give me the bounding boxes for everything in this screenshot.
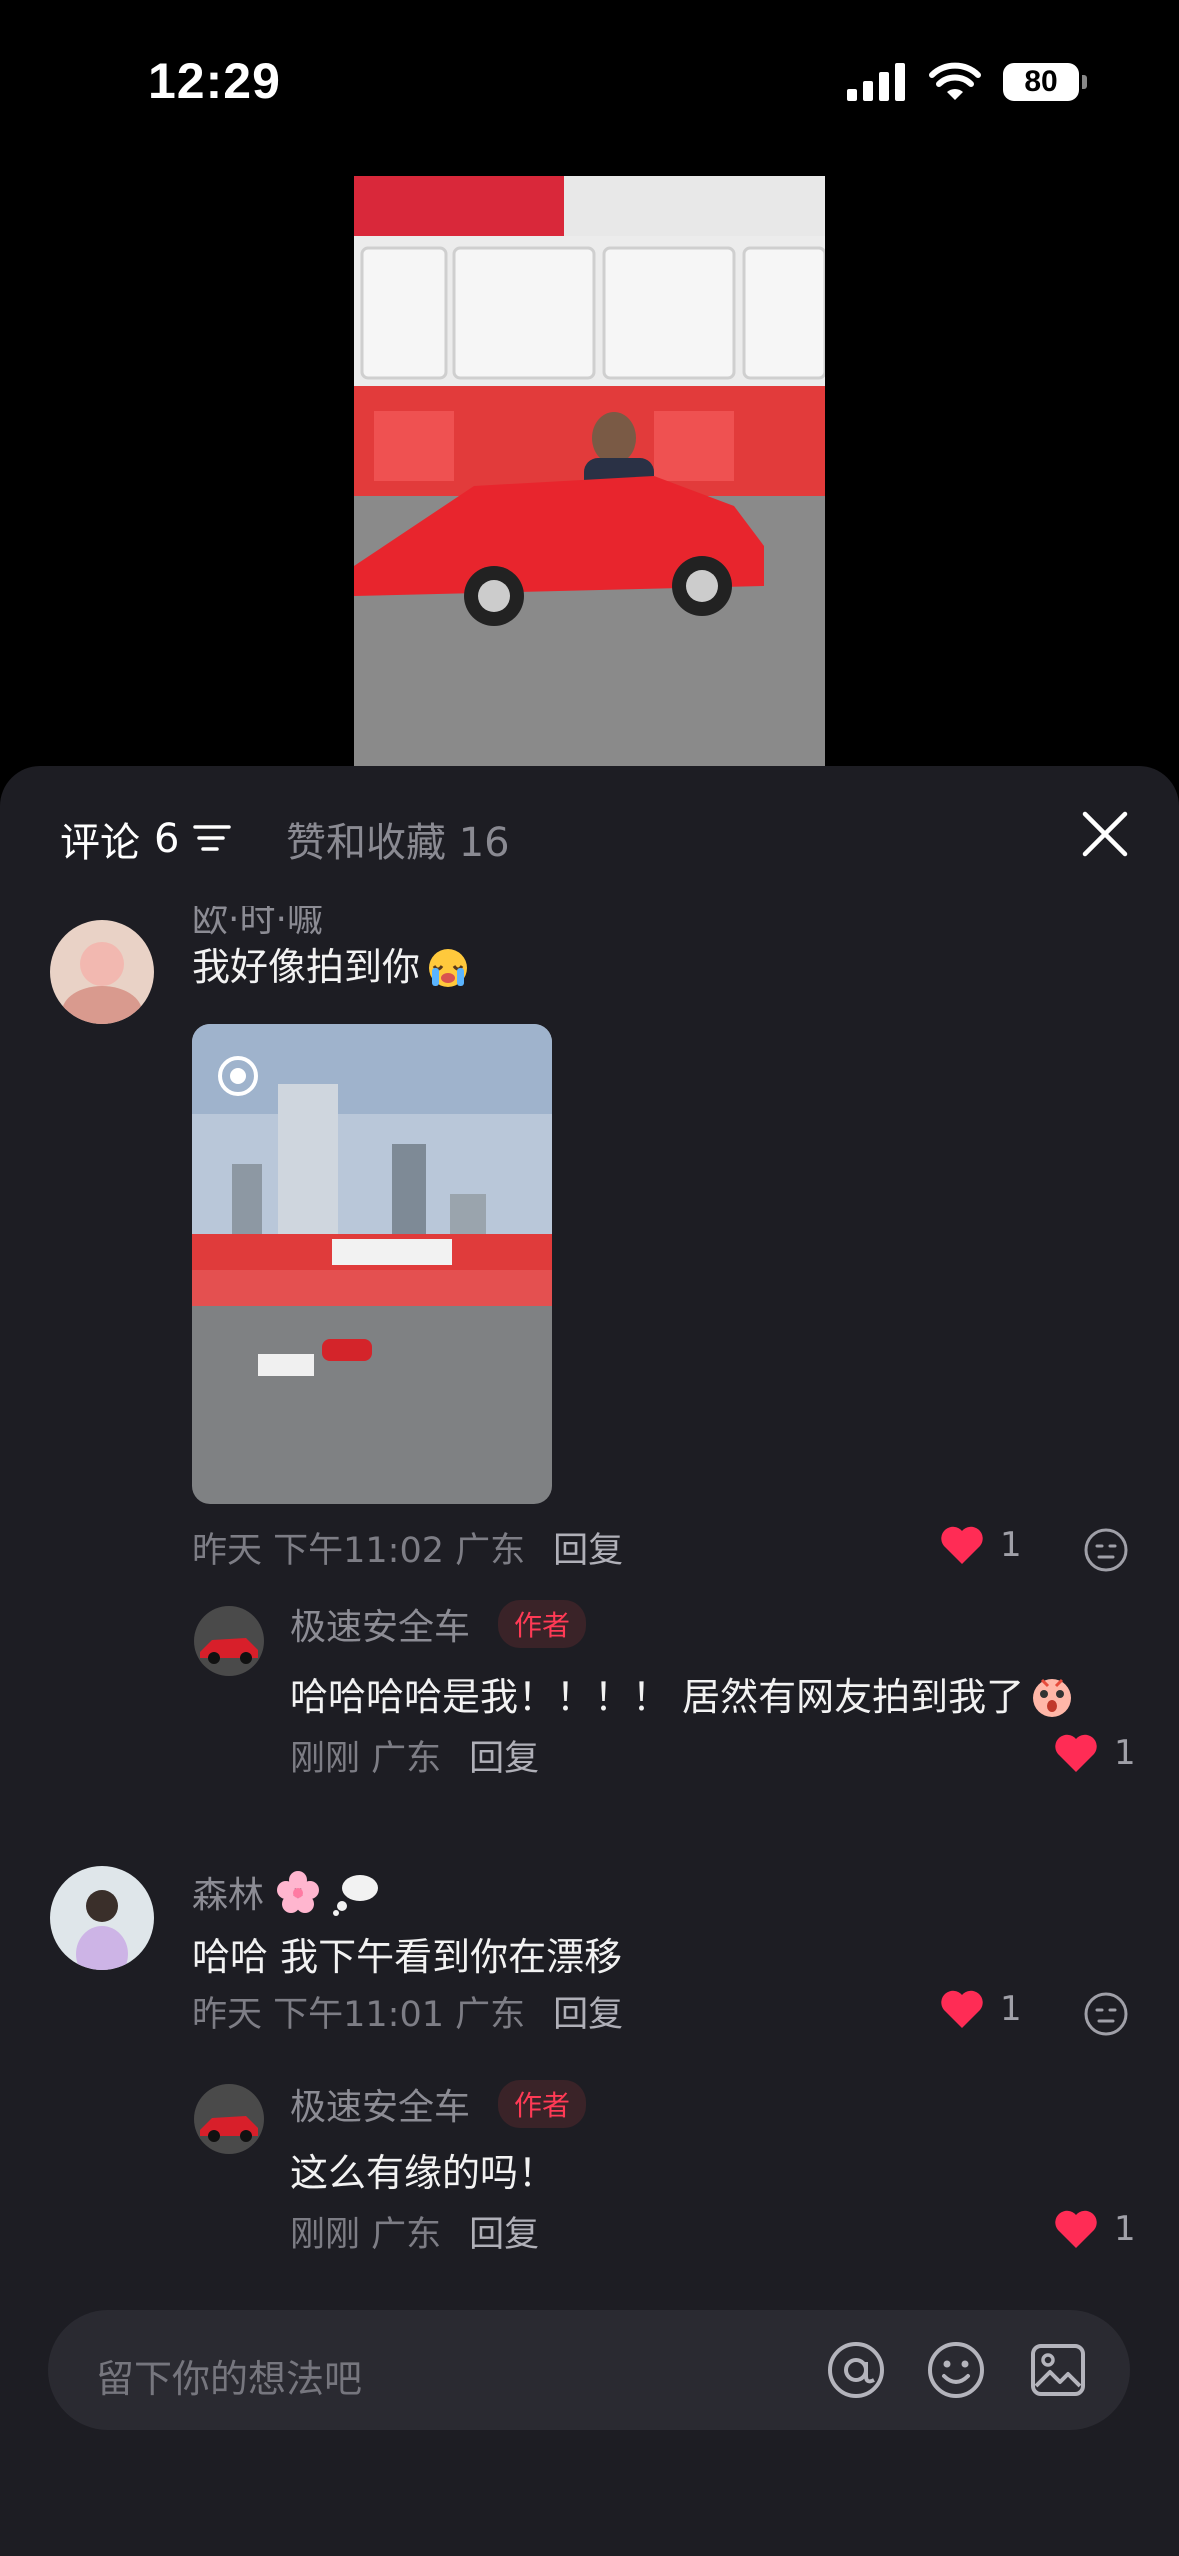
comment-text: 我好像拍到你	[192, 936, 472, 991]
avatar-image	[50, 1866, 154, 1970]
like-count: 1	[1000, 1989, 1022, 2029]
reply-meta-row: 刚刚 广东 回复 1	[0, 1733, 1179, 1826]
reply-username-row: 极速安全车 作者	[290, 2078, 587, 2130]
shocked-emoji-icon	[1033, 1678, 1072, 1717]
author-badge: 作者	[498, 1600, 587, 1648]
reply-time-location: 刚刚 广东	[290, 2215, 442, 2255]
reply-text-content: 哈哈哈哈是我！！！！ 居然有网友拍到我了	[290, 1675, 1025, 1719]
thought-bubble-icon	[333, 1875, 379, 1916]
crying-emoji-icon	[429, 949, 468, 987]
comment-username-row: 森林	[192, 1866, 380, 1918]
image-upload-icon[interactable]	[1028, 2340, 1088, 2400]
avatar[interactable]	[50, 1866, 154, 1970]
like-button[interactable]: 1	[1052, 1732, 1136, 1774]
reply-avatar[interactable]	[194, 1606, 264, 1676]
comment-meta: 昨天 下午11:02 广东 回复	[192, 1522, 623, 1573]
comment-time-location: 昨天 下午11:02 广东	[192, 1531, 526, 1571]
face-react-icon[interactable]	[1082, 1526, 1130, 1574]
emoji-icon[interactable]	[926, 2340, 986, 2400]
reply-button[interactable]: 回复	[553, 1531, 623, 1571]
reply-button[interactable]: 回复	[553, 1995, 623, 2035]
comment-list[interactable]: 欧·时·嘁 我好像拍到你 昨天 下午11:02 广东 回复 1 极速安全车 作者…	[0, 906, 1179, 2306]
tab-comments-count: 6	[154, 816, 180, 862]
comment-photo-image	[192, 1024, 552, 1504]
avatar-image	[194, 2084, 264, 2154]
status-bar: 12:29 80	[0, 0, 1179, 160]
like-count: 1	[1114, 2209, 1136, 2249]
reply-button[interactable]: 回复	[469, 1739, 539, 1779]
author-badge: 作者	[498, 2080, 587, 2128]
status-time: 12:29	[148, 53, 281, 109]
video-thumbnail	[354, 176, 825, 766]
cherry-blossom-icon	[277, 1871, 320, 1913]
like-button[interactable]: 1	[938, 1524, 1022, 1566]
reply-text: 哈哈哈哈是我！！！！ 居然有网友拍到我了	[290, 1666, 1076, 1721]
comment-input-placeholder[interactable]: 留下你的想法吧	[96, 2348, 362, 2403]
face-react-icon[interactable]	[1082, 1990, 1130, 2038]
heart-icon	[1055, 2210, 1097, 2248]
comment-time-location: 昨天 下午11:01 广东	[192, 1995, 526, 2035]
heart-icon	[941, 1990, 983, 2028]
wifi-icon	[929, 62, 981, 100]
reply-meta: 刚刚 广东 回复	[290, 2206, 539, 2257]
like-button[interactable]: 1	[1052, 2208, 1136, 2250]
comment-item: 欧·时·嘁 我好像拍到你 昨天 下午11:02 广东 回复 1 极速安全车 作者…	[0, 906, 1179, 1746]
reply-button[interactable]: 回复	[469, 2215, 539, 2255]
reply-text: 这么有缘的吗！	[290, 2151, 557, 2195]
heart-icon	[941, 1526, 983, 1564]
reply-username[interactable]: 极速安全车	[290, 1598, 470, 1650]
sort-icon[interactable]	[193, 823, 233, 855]
reply-username-row: 极速安全车 作者	[290, 1598, 587, 1650]
reply-time-location: 刚刚 广东	[290, 1739, 442, 1779]
comment-photo[interactable]	[192, 1024, 552, 1504]
reply-avatar[interactable]	[194, 2084, 264, 2154]
reply-username[interactable]: 极速安全车	[290, 2078, 470, 2130]
heart-icon	[1055, 1734, 1097, 1772]
reply-meta: 刚刚 广东 回复	[290, 1730, 539, 1781]
avatar-image	[194, 1606, 264, 1676]
comment-item: 森林 哈哈 我下午看到你在漂移 昨天 下午11:01 广东 回复 1 极速安全车…	[0, 1866, 1179, 2286]
close-icon[interactable]	[1079, 808, 1131, 860]
avatar[interactable]	[50, 920, 154, 1024]
sheet-header: 评论 6 赞和收藏 16	[0, 766, 1179, 906]
battery-indicator: 80	[1003, 63, 1087, 101]
like-count: 1	[1114, 1733, 1136, 1773]
signal-icon	[847, 63, 905, 101]
avatar-image	[50, 920, 154, 1024]
comment-input-bar[interactable]: 留下你的想法吧	[48, 2310, 1130, 2430]
tab-comments[interactable]: 评论 6	[60, 810, 233, 868]
comment-meta: 昨天 下午11:01 广东 回复	[192, 1986, 623, 2037]
mention-icon[interactable]	[826, 2340, 886, 2400]
comment-text: 哈哈 我下午看到你在漂移	[192, 1935, 623, 1979]
video-player[interactable]	[354, 176, 825, 766]
like-count: 1	[1000, 1525, 1022, 1565]
comment-sheet: 评论 6 赞和收藏 16 欧·时·嘁 我好像拍到你 昨天 下午11:02 广东 …	[0, 766, 1179, 2556]
tab-likes-favorites[interactable]: 赞和收藏 16	[286, 810, 510, 868]
like-button[interactable]: 1	[938, 1988, 1022, 2030]
comment-username[interactable]: 森林	[192, 1866, 264, 1918]
status-icons: 80	[847, 62, 1087, 102]
comment-text-content: 我好像拍到你	[192, 945, 421, 989]
tab-comments-label: 评论	[60, 820, 140, 866]
battery-level: 80	[1024, 65, 1058, 98]
